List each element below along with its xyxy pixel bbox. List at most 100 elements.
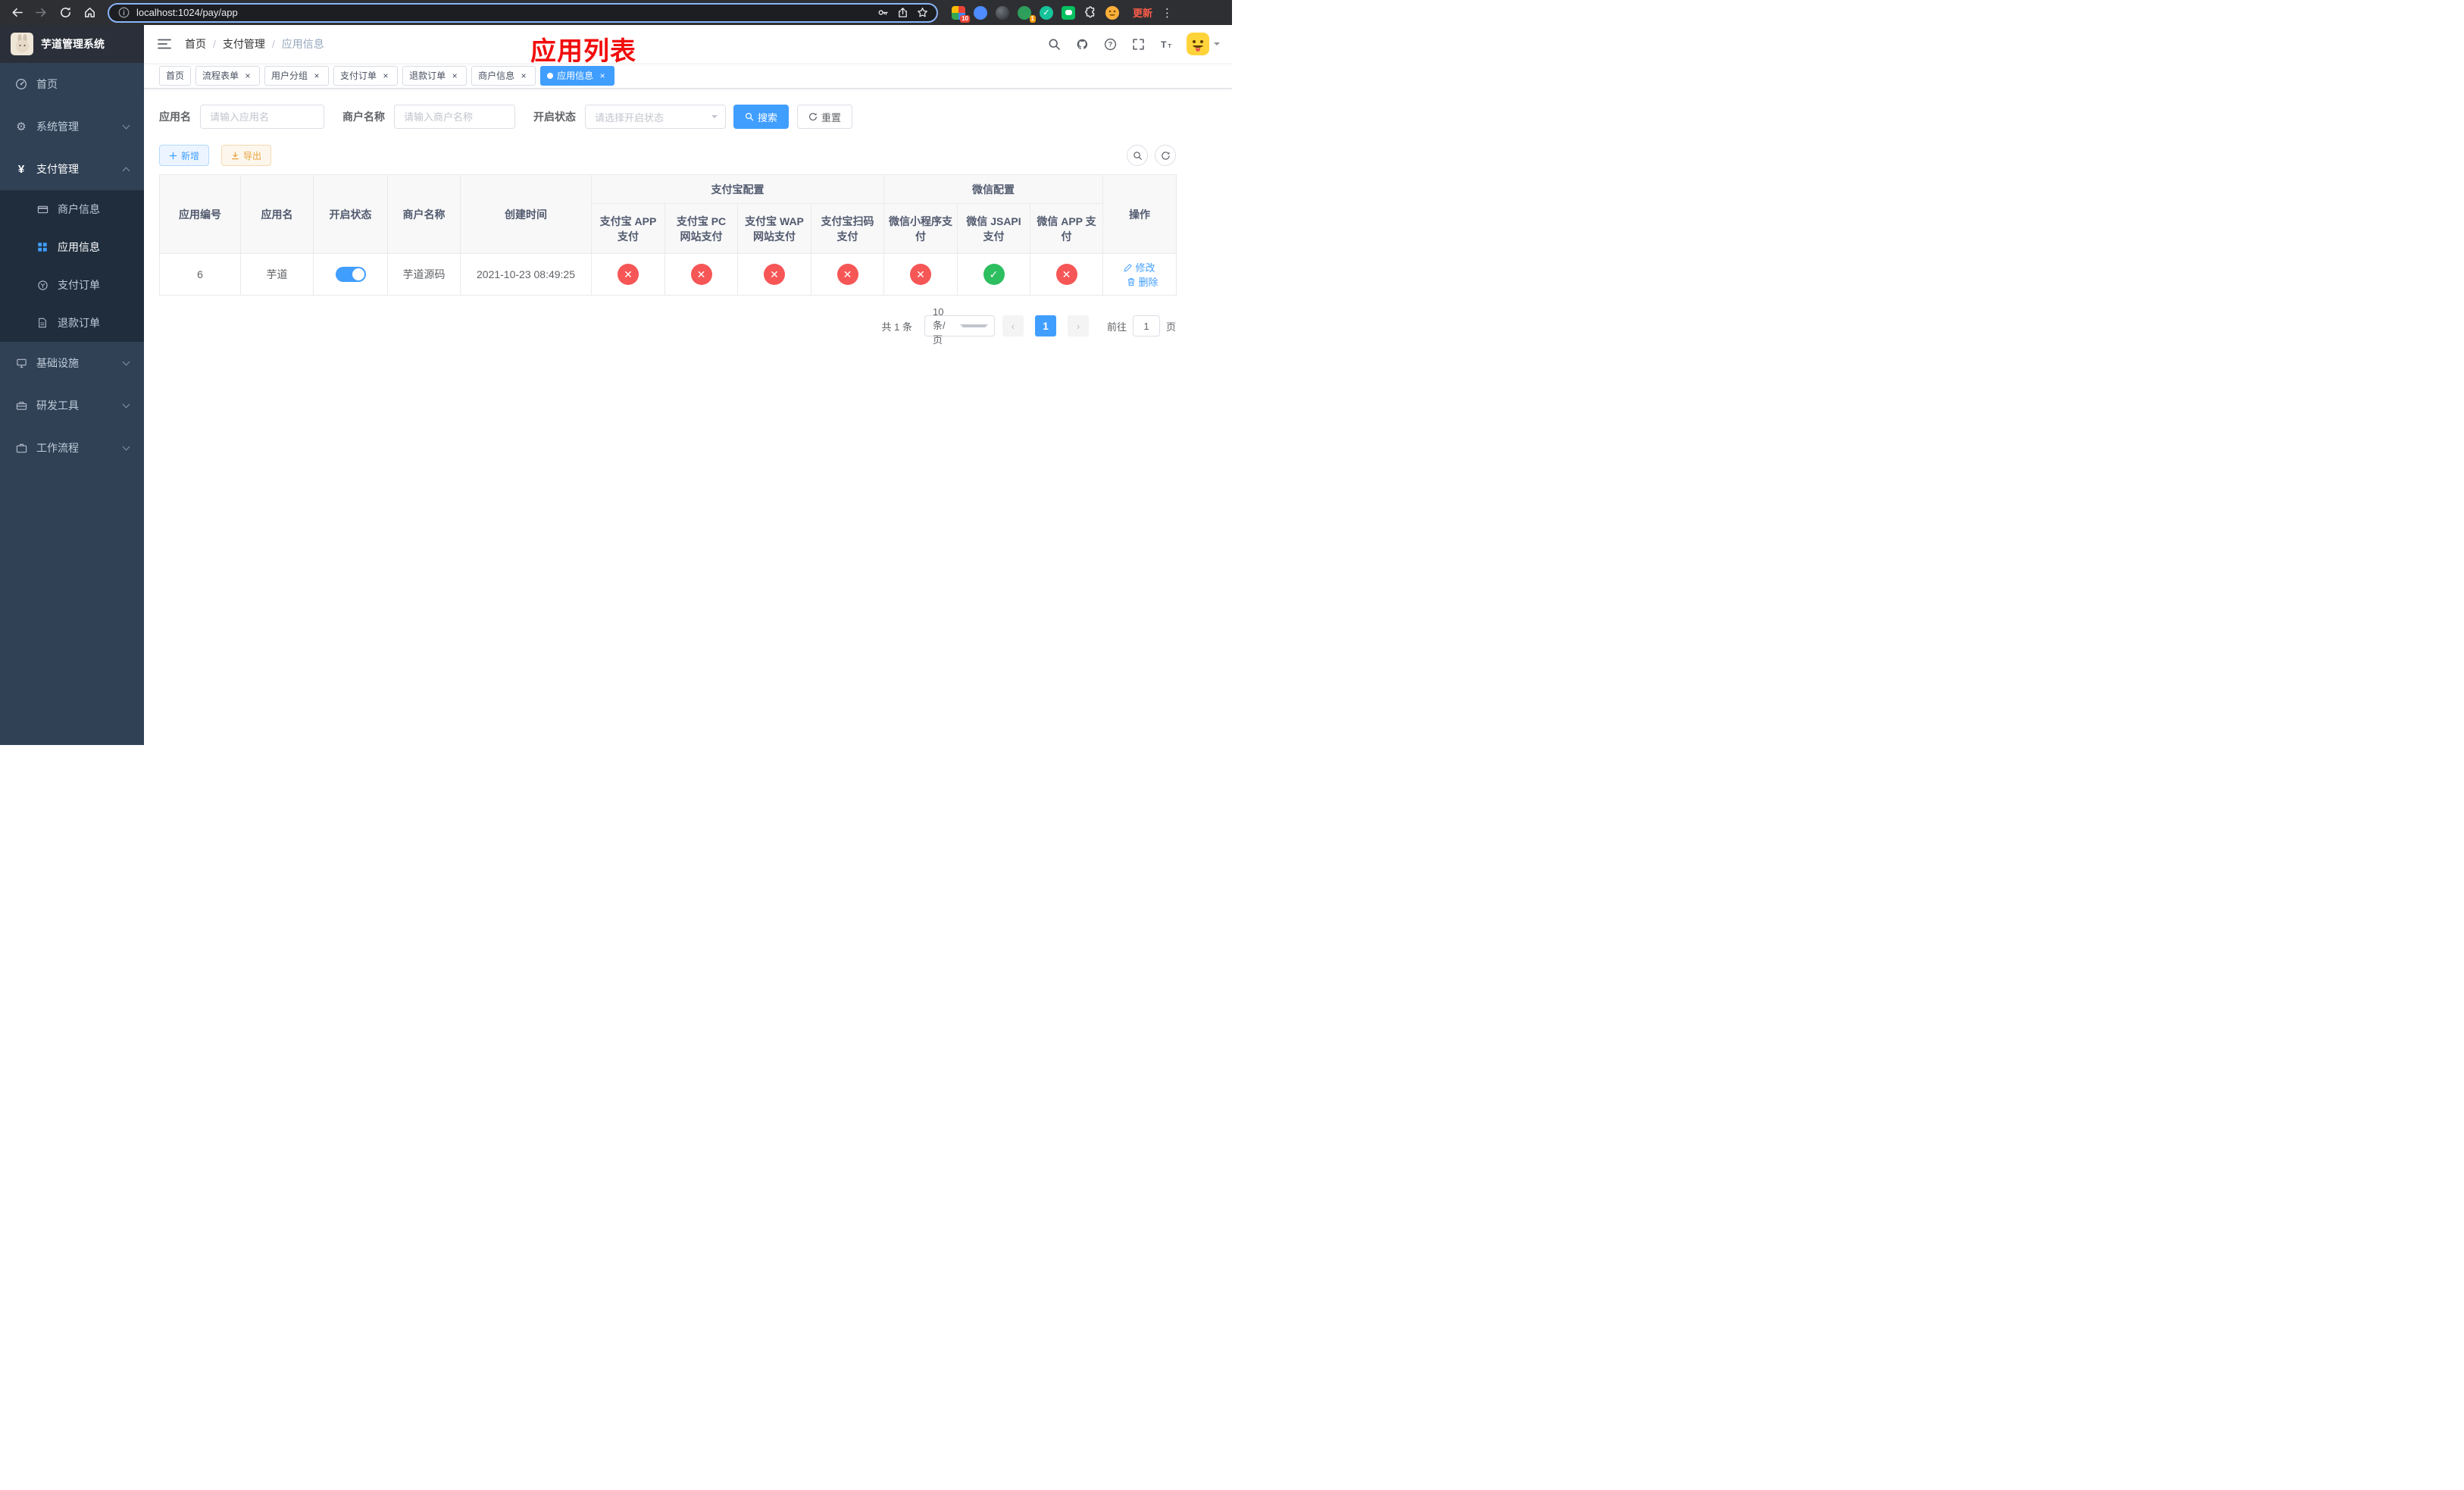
sidebar-logo[interactable]: 芋道管理系统 <box>0 25 144 63</box>
refresh-icon[interactable] <box>1155 145 1176 166</box>
sidebar-item-workflow[interactable]: 工作流程 <box>0 427 144 469</box>
help-icon[interactable]: ? <box>1102 36 1118 52</box>
merchant-name-input[interactable] <box>394 105 515 129</box>
add-button[interactable]: 新增 <box>159 145 210 166</box>
tag-refund-order[interactable]: 退款订单 × <box>402 65 467 86</box>
reset-button[interactable]: 重置 <box>797 105 853 129</box>
credit-card-icon <box>36 203 48 215</box>
browser-menu-icon[interactable]: ⋮ <box>1162 6 1173 20</box>
page-content: 应用名 商户名称 开启状态 请选择开启状态 搜索 <box>144 89 1232 745</box>
tag-home[interactable]: 首页 <box>159 65 192 86</box>
sidebar-item-pay-orders[interactable]: 支付订单 <box>0 266 144 304</box>
back-icon[interactable] <box>8 4 26 22</box>
bookmark-star-icon[interactable] <box>915 6 929 20</box>
chevron-down-icon <box>1214 42 1220 49</box>
export-button[interactable]: 导出 <box>221 145 272 166</box>
font-size-icon[interactable]: TT <box>1159 36 1174 52</box>
edit-link[interactable]: 修改 <box>1124 260 1155 274</box>
delete-link[interactable]: 删除 <box>1127 274 1159 289</box>
col-wechat-mini: 微信小程序支付 <box>883 203 958 254</box>
sidebar-item-label: 支付管理 <box>36 163 79 175</box>
filter-form: 应用名 商户名称 开启状态 请选择开启状态 搜索 <box>159 105 1176 129</box>
github-icon[interactable] <box>1074 36 1090 52</box>
forward-icon[interactable] <box>32 4 50 22</box>
sidebar-item-label: 基础设施 <box>36 357 79 369</box>
close-icon[interactable]: × <box>449 70 460 81</box>
close-icon[interactable]: × <box>597 70 608 81</box>
sidebar-item-infrastructure[interactable]: 基础设施 <box>0 342 144 384</box>
share-icon[interactable] <box>896 6 909 20</box>
col-app-name: 应用名 <box>240 174 314 254</box>
alipay-wap-status-icon: ✕ <box>764 264 785 285</box>
tag-merchant-info[interactable]: 商户信息 × <box>471 65 536 86</box>
sidebar-item-dev-tools[interactable]: 研发工具 <box>0 384 144 427</box>
breadcrumb-home[interactable]: 首页 <box>185 36 206 52</box>
breadcrumb-payment[interactable]: 支付管理 <box>223 36 265 52</box>
app-name-input[interactable] <box>200 105 324 129</box>
cell-actions: 修改 删除 <box>1102 253 1177 296</box>
extension-check-icon[interactable]: ✓ <box>1040 5 1053 20</box>
status-select[interactable]: 请选择开启状态 <box>585 105 726 129</box>
url-text[interactable]: localhost:1024/pay/app <box>136 7 870 18</box>
fullscreen-icon[interactable] <box>1130 36 1146 52</box>
extension-dark-icon[interactable] <box>996 5 1009 20</box>
chevron-down-icon <box>711 115 718 121</box>
url-bar[interactable]: localhost:1024/pay/app <box>108 2 938 23</box>
prev-page-button[interactable]: ‹ <box>1002 315 1024 337</box>
payment-submenu: 商户信息 应用信息 支付订单 退款订单 <box>0 190 144 342</box>
tag-app-info[interactable]: 应用信息 × <box>540 65 615 86</box>
close-icon[interactable]: × <box>380 70 391 81</box>
close-icon[interactable]: × <box>311 70 322 81</box>
grid-icon <box>36 241 48 253</box>
hamburger-icon[interactable] <box>156 36 173 52</box>
tag-user-group[interactable]: 用户分组 × <box>264 65 330 86</box>
enable-switch[interactable] <box>335 267 366 282</box>
sidebar-item-refund-orders[interactable]: 退款订单 <box>0 304 144 342</box>
page-1-button[interactable]: 1 <box>1034 315 1056 337</box>
screen: localhost:1024/pay/app 10 1 ✓ 更新 ⋮ 芋道管理系… <box>0 0 1232 745</box>
active-dot <box>547 72 554 79</box>
extension-grid-icon[interactable]: 10 <box>952 5 970 23</box>
page-size-select[interactable]: 10条/页 <box>924 306 995 346</box>
app-table: 应用编号 应用名 开启状态 商户名称 创建时间 支付宝配置 微信配置 操作 支付… <box>159 174 1177 296</box>
tags-view: 首页 流程表单 × 用户分组 × 支付订单 × 退款订单 × 商户信息 × 应用信息 × <box>144 63 1232 89</box>
user-avatar <box>1187 33 1209 55</box>
home-icon[interactable] <box>80 4 98 22</box>
sidebar-item-system[interactable]: ⚙ 系统管理 <box>0 105 144 148</box>
next-page-button[interactable]: › <box>1067 315 1089 337</box>
pagination-total: 共 1 条 <box>881 321 912 333</box>
toggle-search-icon[interactable] <box>1127 145 1148 166</box>
extension-chat-icon[interactable] <box>1062 5 1075 20</box>
close-icon[interactable]: × <box>518 70 529 81</box>
sidebar-item-merchant-info[interactable]: 商户信息 <box>0 190 144 228</box>
avatar-badge: 1 <box>1029 14 1036 23</box>
search-icon[interactable] <box>1046 36 1062 52</box>
sidebar-item-home[interactable]: 首页 <box>0 63 144 105</box>
password-key-icon[interactable] <box>876 6 890 20</box>
extensions-puzzle-icon[interactable] <box>1083 5 1097 20</box>
yen-icon: ¥ <box>17 162 25 176</box>
sidebar-item-payment[interactable]: ¥ 支付管理 <box>0 148 144 190</box>
cell-created: 2021-10-23 08:49:25 <box>460 253 592 296</box>
document-icon <box>36 317 48 329</box>
pagination: 共 1 条 10条/页 ‹ 1 › 前往 页 <box>159 306 1177 346</box>
close-icon[interactable]: × <box>242 70 253 81</box>
col-actions: 操作 <box>1102 174 1177 254</box>
profile-emoji-icon[interactable] <box>1105 5 1119 20</box>
tag-pay-order[interactable]: 支付订单 × <box>333 65 399 86</box>
browser-update-button[interactable]: 更新 <box>1133 5 1152 20</box>
tag-process-form[interactable]: 流程表单 × <box>195 65 261 86</box>
cell-status <box>313 253 388 296</box>
reload-icon[interactable] <box>56 4 74 22</box>
sidebar: 芋道管理系统 首页 ⚙ 系统管理 ¥ 支付管理 商户信息 应用信息 支付订单 退… <box>0 25 144 745</box>
extension-avatar-icon[interactable]: 1 <box>1018 5 1036 23</box>
logo-avatar <box>11 33 33 55</box>
sidebar-item-app-info[interactable]: 应用信息 <box>0 228 144 266</box>
group-alipay-config: 支付宝配置 <box>591 174 884 204</box>
user-menu[interactable] <box>1187 33 1220 55</box>
extension-blue-icon[interactable] <box>974 5 987 20</box>
search-button[interactable]: 搜索 <box>733 105 790 129</box>
goto-page-input[interactable] <box>1132 315 1160 337</box>
site-info-icon[interactable] <box>117 6 130 20</box>
chevron-down-icon <box>122 121 130 130</box>
